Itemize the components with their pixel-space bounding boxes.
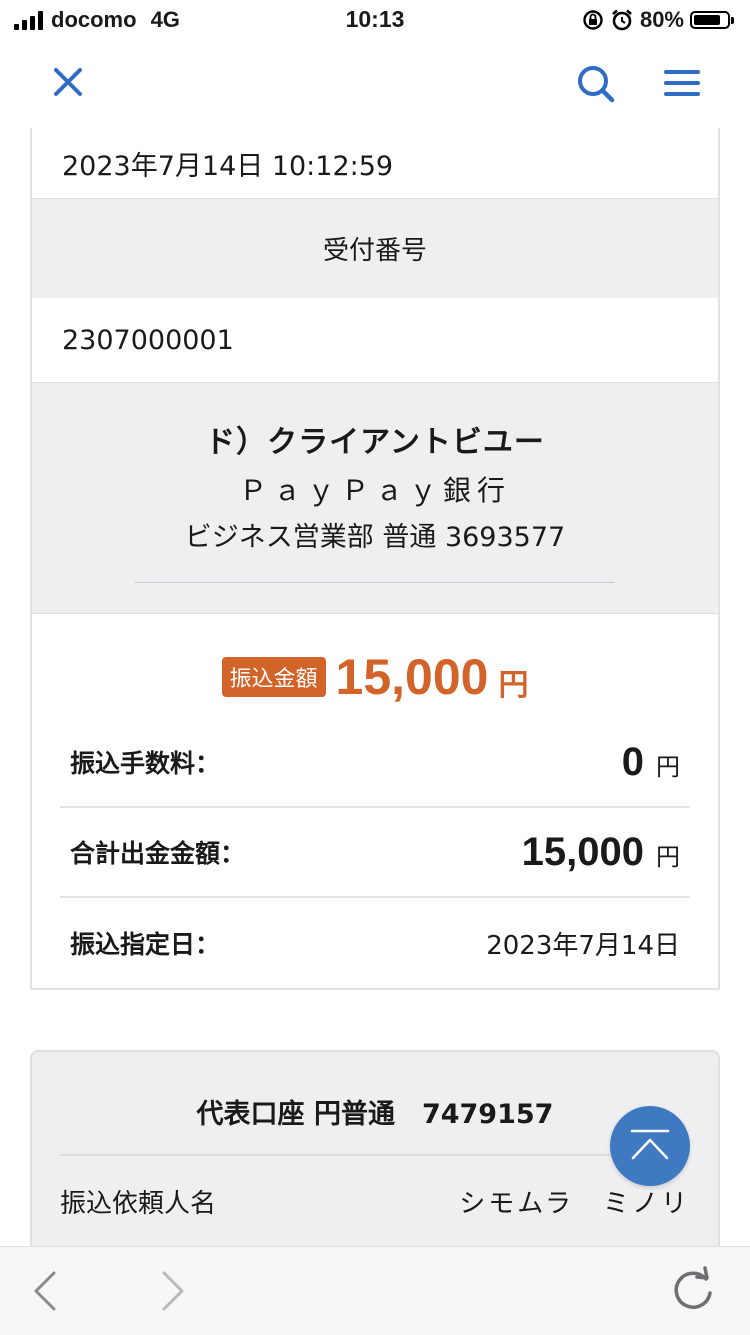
main-content: 2023年7月14日 10:12:59 受付番号 2307000001 ド）クラ… — [0, 128, 750, 1246]
amount-section: 振込金額 15,000 円 振込手数料： 0 円 合計出金金額： 15,000 … — [32, 614, 718, 990]
amount-unit: 円 — [498, 668, 529, 703]
transfer-amount: 振込金額 15,000 円 — [32, 614, 718, 718]
transfer-result-card: 2023年7月14日 10:12:59 受付番号 2307000001 ド）クラ… — [30, 128, 720, 990]
fee-row: 振込手数料： 0 円 — [60, 718, 690, 808]
total-label: 合計出金金額： — [70, 839, 246, 868]
requester-label: 振込依頼人名 — [60, 1188, 217, 1219]
alarm-icon — [612, 9, 632, 31]
transfer-date-row: 振込指定日： 2023年7月14日 — [60, 898, 690, 988]
reload-icon[interactable] — [668, 1265, 718, 1315]
fee-unit: 円 — [656, 752, 680, 781]
battery-fill — [694, 15, 720, 25]
status-right: 80% — [582, 6, 734, 34]
amount-badge: 振込金額 — [221, 657, 326, 697]
total-unit: 円 — [656, 842, 680, 871]
divider — [135, 582, 615, 583]
scroll-to-top-button[interactable] — [610, 1106, 690, 1186]
fee-label: 振込手数料： — [70, 749, 221, 778]
total-value: 15,000 — [521, 829, 644, 874]
requester-name: シモムラ ミノリ — [459, 1188, 690, 1219]
payee-name: ド）クライアントビユー — [205, 425, 545, 460]
battery-percent: 80% — [639, 7, 684, 32]
status-bar: docomo 4G 10:13 80% — [0, 0, 750, 40]
receipt-number: 2307000001 — [32, 298, 718, 382]
transfer-date-label: 振込指定日： — [70, 930, 221, 959]
source-account-title: 代表口座 円普通 7479157 — [60, 1052, 690, 1156]
transfer-date-value: 2023年7月14日 — [486, 930, 680, 961]
payee-bank: ＰａｙＰａｙ銀行 — [238, 474, 511, 507]
scroll-to-top-icon — [630, 1129, 670, 1160]
amount-value: 15,000 — [335, 649, 489, 705]
payee-branch-account: ビジネス営業部 普通 3693577 — [184, 522, 566, 553]
top-navigation — [0, 40, 750, 128]
browser-toolbar — [0, 1246, 750, 1335]
menu-icon[interactable] — [664, 70, 700, 100]
rotation-lock-icon — [583, 10, 603, 30]
payee-section: ド）クライアントビユー ＰａｙＰａｙ銀行 ビジネス営業部 普通 3693577 — [32, 382, 718, 614]
total-row: 合計出金金額： 15,000 円 — [60, 808, 690, 898]
search-icon[interactable] — [574, 62, 618, 106]
receipt-number-label: 受付番号 — [32, 198, 718, 298]
close-icon[interactable] — [50, 64, 86, 100]
requester-row: 振込依頼人名 シモムラ ミノリ — [60, 1156, 690, 1246]
back-chevron-icon[interactable] — [30, 1269, 60, 1313]
forward-chevron-icon[interactable] — [158, 1269, 188, 1313]
fee-value: 0 — [621, 739, 644, 784]
battery-icon — [690, 11, 734, 29]
transaction-datetime: 2023年7月14日 10:12:59 — [32, 128, 718, 198]
